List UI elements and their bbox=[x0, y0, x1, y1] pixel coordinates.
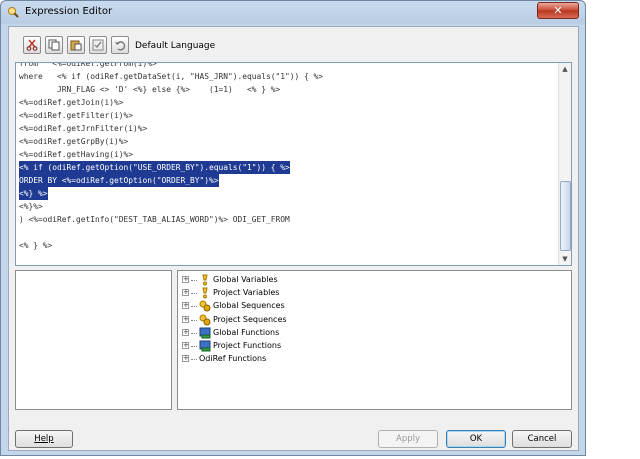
code-text: from <%=odiRef.getFrom(i)%> where <% if (… bbox=[19, 62, 554, 252]
sequence-icon bbox=[199, 314, 211, 326]
cut-icon bbox=[26, 39, 38, 51]
ok-button[interactable]: OK bbox=[446, 430, 506, 448]
tree-connector bbox=[191, 319, 197, 321]
undo-button[interactable] bbox=[111, 36, 129, 54]
dialog-client: Default Language from <%=odiRef.getFrom(… bbox=[8, 26, 579, 451]
code-line: where <% if (odiRef.getDataSet(i, "HAS_J… bbox=[19, 72, 324, 81]
tree-connector bbox=[191, 306, 197, 308]
code-line: <%} %> bbox=[19, 187, 48, 200]
code-line: JRN_FLAG <> 'D' <%} else {%> (1=1) <% } … bbox=[19, 85, 281, 94]
expand-icon[interactable]: + bbox=[182, 315, 189, 323]
code-line: from <%=odiRef.getFrom(i)%> bbox=[19, 62, 157, 68]
tree-connector bbox=[191, 359, 197, 361]
function-icon bbox=[199, 340, 211, 352]
tree-item[interactable]: + Global Sequences bbox=[182, 300, 482, 313]
cancel-button[interactable]: Cancel bbox=[512, 430, 572, 448]
functions-tree[interactable]: + Global Variables + Project Variables + Glob… bbox=[177, 270, 572, 410]
close-button[interactable]: ✕ bbox=[537, 2, 579, 19]
tree-item-label: Project Sequences bbox=[213, 314, 287, 324]
scrollbar-thumb[interactable] bbox=[560, 181, 571, 251]
code-line: <%=odiRef.getJoin(i)%> bbox=[19, 98, 124, 107]
expand-icon[interactable]: + bbox=[182, 355, 189, 363]
tree-item[interactable]: + OdiRef Functions bbox=[182, 353, 482, 366]
scroll-up-icon[interactable]: ▲ bbox=[559, 63, 571, 75]
code-line: <% if (odiRef.getOption("USE_ORDER_BY").… bbox=[19, 161, 290, 174]
code-line: ORDER BY <%=odiRef.getOption("ORDER_BY")… bbox=[19, 174, 219, 187]
category-panel[interactable] bbox=[15, 270, 172, 410]
tree-connector bbox=[191, 332, 197, 334]
tree-item-label: Global Sequences bbox=[213, 301, 285, 311]
expression-editor-icon bbox=[8, 7, 19, 18]
help-button[interactable]: Help bbox=[15, 430, 73, 448]
code-line: <%=odiRef.getFilter(i)%> bbox=[19, 111, 134, 120]
scroll-down-icon[interactable]: ▼ bbox=[559, 253, 571, 265]
cut-button[interactable] bbox=[23, 36, 41, 54]
apply-button[interactable]: Apply bbox=[378, 430, 438, 448]
check-syntax-button[interactable] bbox=[89, 36, 107, 54]
check-syntax-icon bbox=[92, 39, 104, 51]
expression-editor-window: Expression Editor ✕ Default Language fro… bbox=[0, 0, 586, 456]
expand-icon[interactable]: + bbox=[182, 302, 189, 310]
copy-button[interactable] bbox=[45, 36, 63, 54]
tree-item[interactable]: + Project Functions bbox=[182, 340, 482, 353]
code-editor[interactable]: from <%=odiRef.getFrom(i)%> where <% if (… bbox=[15, 62, 572, 266]
tree-item[interactable]: + Global Variables bbox=[182, 274, 482, 287]
help-button-label: Help bbox=[34, 434, 54, 444]
tree-item-label: Global Variables bbox=[213, 275, 278, 284]
tree-item-label: Project Functions bbox=[213, 341, 282, 350]
tree-item[interactable]: + Project Sequences bbox=[182, 314, 482, 327]
code-line: ) <%=odiRef.getInfo("DEST_TAB_ALIAS_WORD… bbox=[19, 215, 290, 224]
function-icon bbox=[199, 327, 211, 339]
tree-item-label: Global Functions bbox=[213, 327, 280, 337]
tree-item-label: OdiRef Functions bbox=[199, 354, 267, 364]
expand-icon[interactable]: + bbox=[182, 342, 189, 349]
code-line: <%=odiRef.getGrpBy(i)%> bbox=[19, 137, 129, 146]
language-label: Default Language bbox=[135, 41, 216, 51]
copy-icon bbox=[48, 39, 60, 51]
code-line: <%=odiRef.getJrnFilter(i)%> bbox=[19, 124, 148, 133]
variable-icon bbox=[199, 274, 211, 286]
tree-item-label: Project Variables bbox=[213, 288, 280, 298]
expand-icon[interactable]: + bbox=[182, 289, 189, 297]
expand-icon[interactable]: + bbox=[182, 328, 189, 336]
paste-icon bbox=[70, 40, 82, 51]
sequence-icon bbox=[199, 300, 211, 312]
code-line: <%=odiRef.getHaving(i)%> bbox=[19, 150, 134, 159]
tree-connector bbox=[191, 280, 197, 281]
tree-item[interactable]: + Global Functions bbox=[182, 327, 482, 340]
tree-item[interactable]: + Project Variables bbox=[182, 287, 482, 300]
tree-connector bbox=[191, 346, 197, 347]
paste-button[interactable] bbox=[67, 36, 85, 54]
expand-icon[interactable]: + bbox=[182, 276, 189, 283]
code-line: <% } %> bbox=[19, 241, 53, 250]
window-title: Expression Editor bbox=[25, 6, 113, 17]
vertical-scrollbar[interactable]: ▲ ▼ bbox=[558, 63, 571, 265]
editor-toolbar: Default Language bbox=[13, 33, 568, 59]
variable-icon bbox=[199, 287, 211, 299]
undo-icon bbox=[115, 41, 126, 51]
tree-connector bbox=[191, 293, 197, 295]
title-bar[interactable]: Expression Editor ✕ bbox=[1, 1, 585, 23]
code-line: <%}%> bbox=[19, 202, 43, 211]
